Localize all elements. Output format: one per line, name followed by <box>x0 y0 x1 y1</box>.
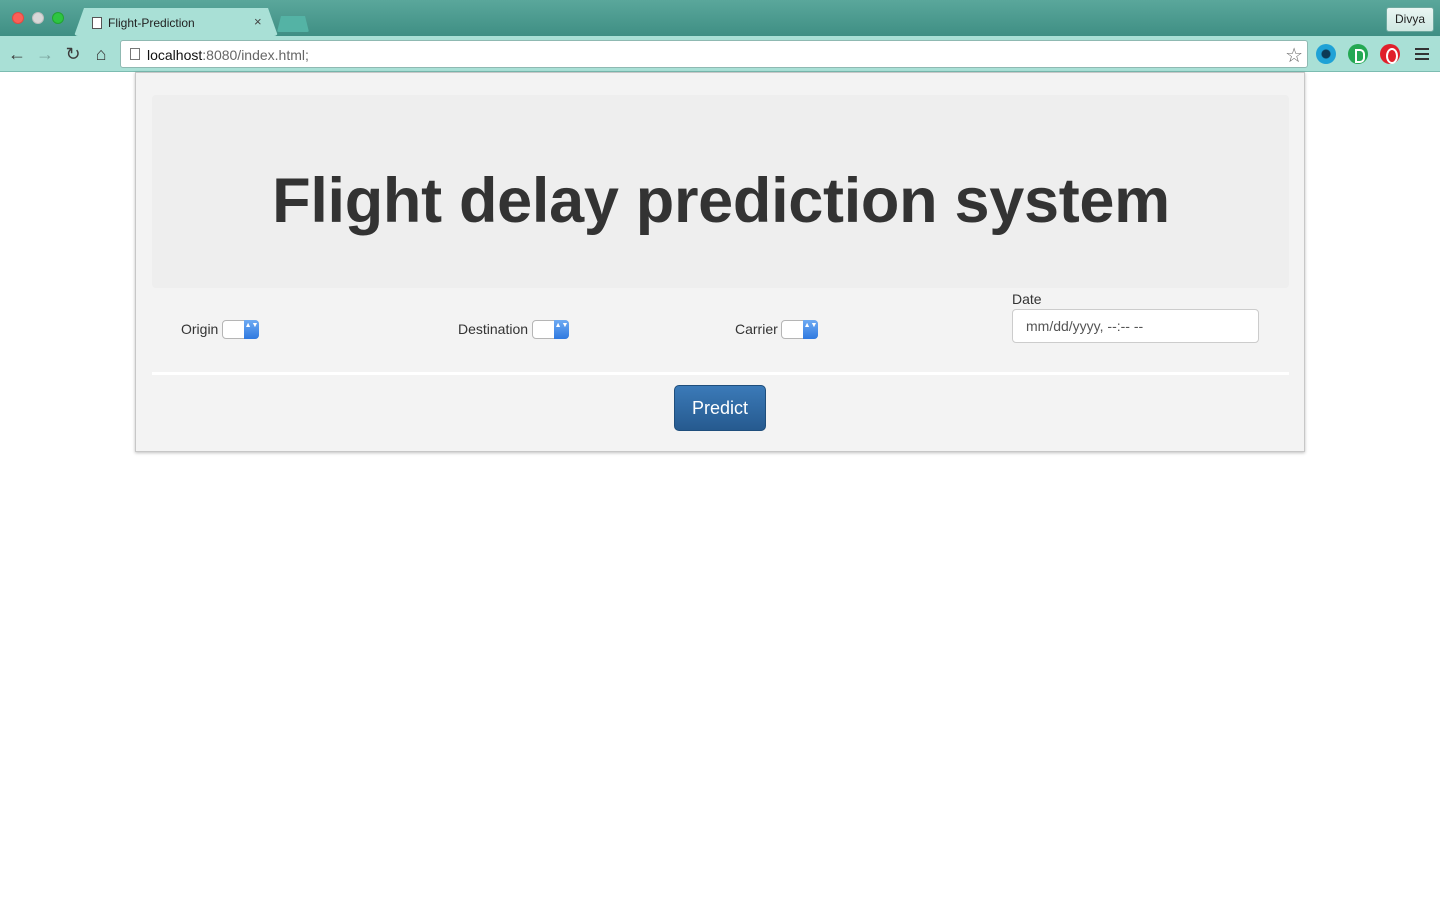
menu-icon[interactable] <box>1414 46 1430 62</box>
chevron-updown-icon: ▲▼ <box>803 320 818 339</box>
home-icon[interactable]: ⌂ <box>91 44 111 64</box>
browser-toolbar: ← → ↻ ⌂ localhost:8080/index.html; ☆ <box>0 36 1440 72</box>
destination-select[interactable]: ▲▼ <box>532 320 569 339</box>
minimize-window-button[interactable] <box>32 12 44 24</box>
carrier-select[interactable]: ▲▼ <box>781 320 818 339</box>
origin-label: Origin <box>181 321 219 337</box>
browser-titlebar: Flight-Prediction × Divya <box>0 0 1440 36</box>
extension-icon[interactable] <box>1316 44 1336 64</box>
maximize-window-button[interactable] <box>52 12 64 24</box>
carrier-label: Carrier <box>735 321 778 337</box>
extension-icon[interactable] <box>1380 44 1400 64</box>
page-title: Flight delay prediction system <box>272 166 1170 236</box>
close-window-button[interactable] <box>12 12 24 24</box>
origin-select[interactable]: ▲▼ <box>222 320 259 339</box>
url-text: localhost:8080/index.html; <box>147 47 309 63</box>
new-tab-button[interactable] <box>277 16 309 32</box>
page-icon <box>130 48 140 60</box>
profile-button[interactable]: Divya <box>1385 7 1434 32</box>
destination-label: Destination <box>458 321 529 337</box>
tab-title: Flight-Prediction <box>108 16 195 30</box>
back-icon[interactable]: ← <box>7 44 27 64</box>
main-container: Flight delay prediction system Origin ▲▼… <box>135 72 1305 452</box>
chevron-updown-icon: ▲▼ <box>554 320 569 339</box>
date-input[interactable]: mm/dd/yyyy, --:-- -- <box>1012 309 1259 343</box>
reload-icon[interactable]: ↻ <box>63 44 83 64</box>
forward-icon[interactable]: → <box>35 44 55 64</box>
url-host: localhost <box>147 47 203 63</box>
url-path: :8080/index.html; <box>202 47 309 63</box>
page-icon <box>92 17 102 29</box>
predict-button[interactable]: Predict <box>674 385 766 431</box>
date-label: Date <box>1012 291 1042 307</box>
extension-icon[interactable] <box>1348 44 1368 64</box>
divider <box>152 372 1289 375</box>
close-tab-icon[interactable]: × <box>254 14 262 29</box>
chevron-updown-icon: ▲▼ <box>244 320 259 339</box>
address-bar[interactable]: localhost:8080/index.html; ☆ <box>120 40 1308 68</box>
bookmark-star-icon[interactable]: ☆ <box>1285 43 1303 68</box>
